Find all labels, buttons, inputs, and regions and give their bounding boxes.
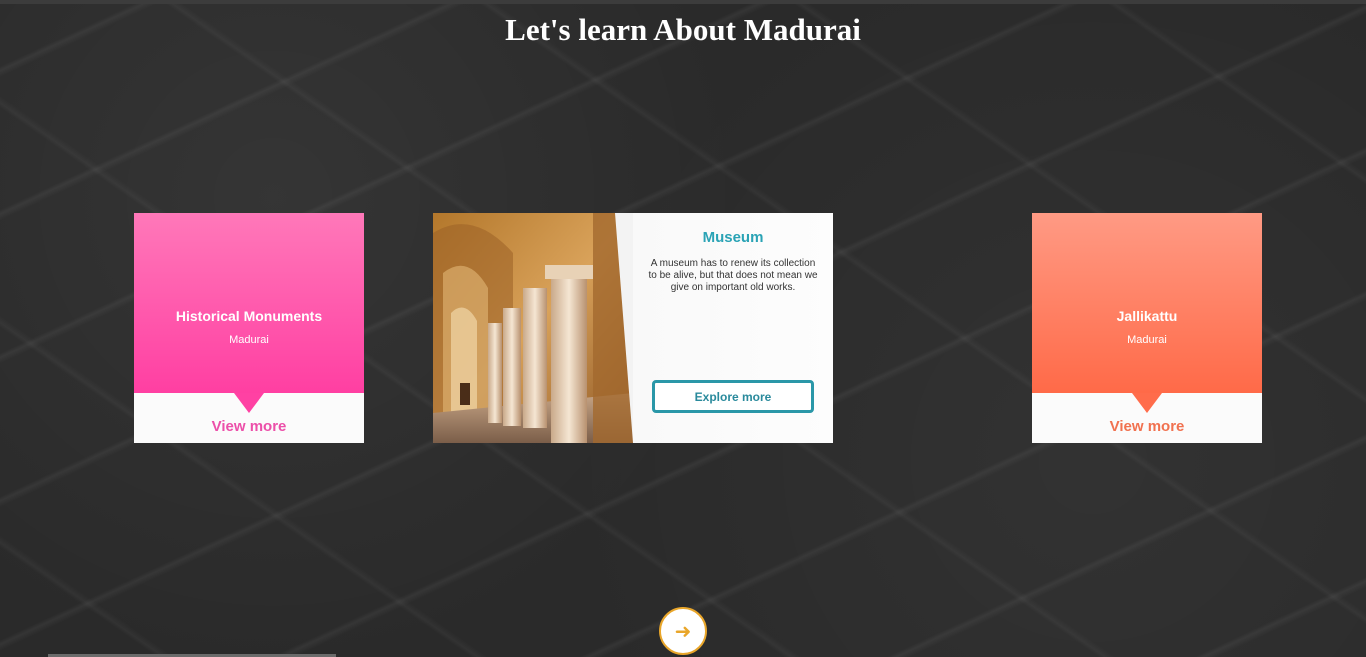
card-museum[interactable]: Museum A museum has to renew its collect… xyxy=(433,213,833,443)
card-title: Jallikattu xyxy=(1116,308,1178,324)
card-title: Museum xyxy=(702,229,764,246)
museum-photo xyxy=(433,213,633,443)
explore-more-button[interactable]: Explore more xyxy=(652,380,814,413)
card-title: Historical Monuments xyxy=(175,308,323,324)
card-face: Historical Monuments Madurai xyxy=(134,213,364,393)
card-pointer xyxy=(1132,393,1162,413)
card-subtitle: Madurai xyxy=(1127,334,1167,346)
card-description: A museum has to renew its collection to … xyxy=(648,258,818,293)
card-pointer xyxy=(234,393,264,413)
card-subtitle: Madurai xyxy=(229,334,269,346)
card-jallikattu[interactable]: Jallikattu Madurai View more xyxy=(1032,213,1262,443)
top-edge xyxy=(0,0,1366,4)
view-more-link[interactable]: View more xyxy=(1032,418,1262,435)
card-historical-monuments[interactable]: Historical Monuments Madurai View more xyxy=(134,213,364,443)
view-more-link[interactable]: View more xyxy=(134,418,364,435)
arrow-right-icon: ➜ xyxy=(674,619,692,643)
card-face: Jallikattu Madurai xyxy=(1032,213,1262,393)
page-title: Let's learn About Madurai xyxy=(505,12,861,47)
next-slide-button[interactable]: ➜ xyxy=(659,607,707,655)
